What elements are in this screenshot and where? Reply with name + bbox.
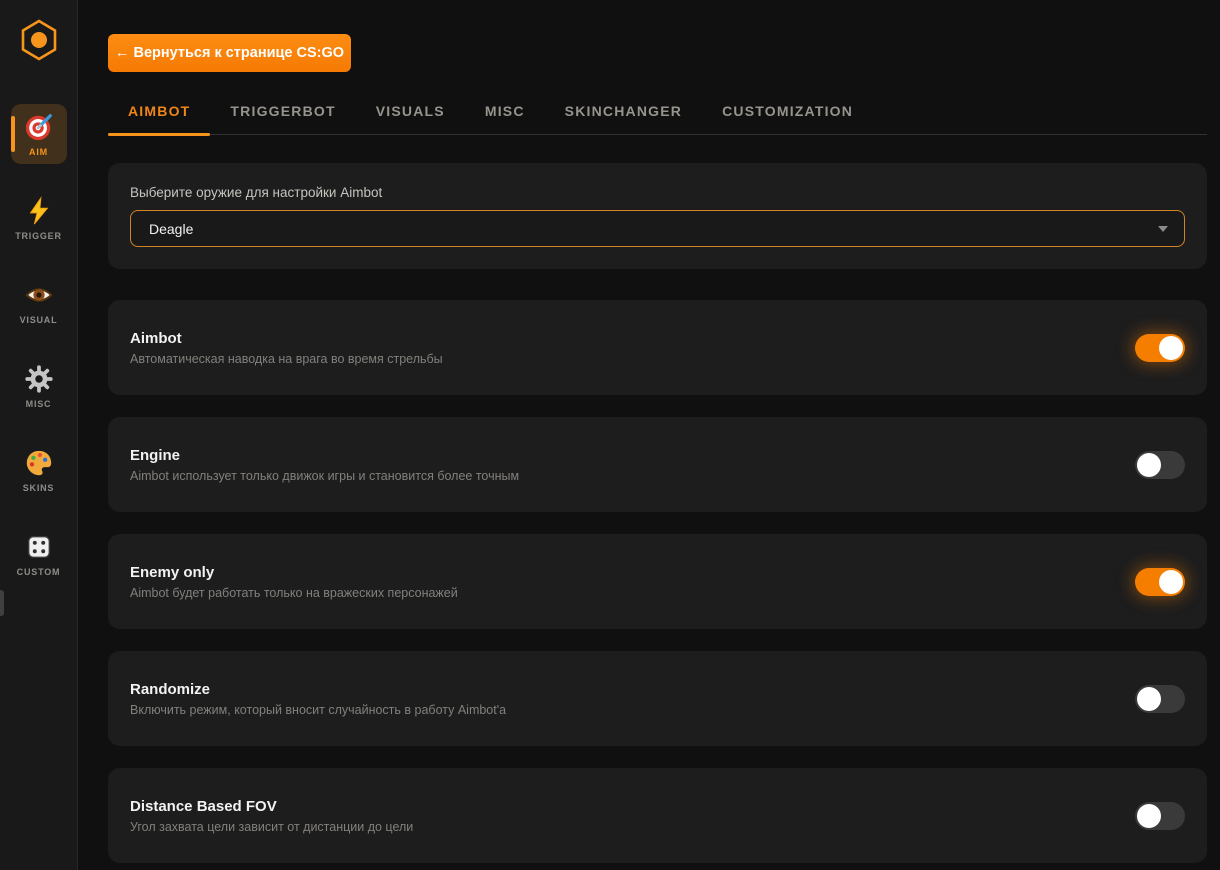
setting-text: Randomize Включить режим, который вносит… <box>130 681 506 717</box>
setting-description: Включить режим, который вносит случайнос… <box>130 703 506 717</box>
setting-text: Enemy only Aimbot будет работать только … <box>130 564 458 600</box>
sidebar-item-label: TRIGGER <box>15 231 62 241</box>
sidebar-item-misc[interactable]: MISC <box>11 356 67 416</box>
setting-title: Randomize <box>130 681 506 698</box>
setting-description: Aimbot использует только движок игры и с… <box>130 469 519 483</box>
dartboard-icon <box>24 112 54 142</box>
setting-card-enemy-only: Enemy only Aimbot будет работать только … <box>108 534 1207 629</box>
hexagon-logo-icon <box>19 18 59 62</box>
setting-description: Aimbot будет работать только на вражески… <box>130 586 458 600</box>
setting-card-randomize: Randomize Включить режим, который вносит… <box>108 651 1207 746</box>
sidebar-item-aim[interactable]: AIM <box>11 104 67 164</box>
tab-visuals[interactable]: VISUALS <box>356 103 465 134</box>
enemy-only-toggle[interactable] <box>1135 568 1185 596</box>
sidebar-item-visual[interactable]: VISUAL <box>11 272 67 332</box>
lightning-icon <box>24 196 54 226</box>
setting-text: Aimbot Автоматическая наводка на врага в… <box>130 330 443 366</box>
eye-icon <box>24 280 54 310</box>
setting-card-aimbot: Aimbot Автоматическая наводка на врага в… <box>108 300 1207 395</box>
setting-card-distance-based-fov: Distance Based FOV Угол захвата цели зав… <box>108 768 1207 863</box>
main-content: ← Вернуться к странице CS:GO AIMBOT TRIG… <box>79 0 1220 870</box>
tab-misc[interactable]: MISC <box>465 103 545 134</box>
dice-icon <box>24 532 54 562</box>
distance-based-fov-toggle[interactable] <box>1135 802 1185 830</box>
tab-aimbot[interactable]: AIMBOT <box>108 103 210 134</box>
sidebar-item-skins[interactable]: SKINS <box>11 440 67 500</box>
engine-toggle[interactable] <box>1135 451 1185 479</box>
sidebar-item-label: MISC <box>26 399 52 409</box>
toggle-knob <box>1137 453 1161 477</box>
sidebar-item-label: CUSTOM <box>17 567 61 577</box>
setting-description: Автоматическая наводка на врага во время… <box>130 352 443 366</box>
sidebar-item-custom[interactable]: CUSTOM <box>11 524 67 584</box>
app-logo[interactable] <box>17 16 61 64</box>
aimbot-toggle[interactable] <box>1135 334 1185 362</box>
back-to-csgo-button[interactable]: ← Вернуться к странице CS:GO <box>108 34 351 72</box>
sidebar-item-label: SKINS <box>23 483 55 493</box>
toggle-knob <box>1159 336 1183 360</box>
chevron-down-icon <box>1158 226 1168 232</box>
tab-bar: AIMBOT TRIGGERBOT VISUALS MISC SKINCHANG… <box>108 103 1207 135</box>
weapon-select-label: Выберите оружие для настройки Aimbot <box>130 185 1185 200</box>
sidebar-nav: AIM TRIGGER VISUAL <box>11 104 67 584</box>
toggle-knob <box>1159 570 1183 594</box>
toggle-knob <box>1137 804 1161 828</box>
weapon-select-card: Выберите оружие для настройки Aimbot Dea… <box>108 163 1207 269</box>
setting-text: Distance Based FOV Угол захвата цели зав… <box>130 798 413 834</box>
tab-skinchanger[interactable]: SKINCHANGER <box>545 103 702 134</box>
weapon-select-value: Deagle <box>149 221 193 237</box>
toggle-knob <box>1137 687 1161 711</box>
setting-title: Distance Based FOV <box>130 798 413 815</box>
sidebar-scrollbar-thumb[interactable] <box>0 590 4 616</box>
setting-card-engine: Engine Aimbot использует только движок и… <box>108 417 1207 512</box>
tab-triggerbot[interactable]: TRIGGERBOT <box>210 103 355 134</box>
weapon-select-dropdown[interactable]: Deagle <box>130 210 1185 247</box>
setting-description: Угол захвата цели зависит от дистанции д… <box>130 820 413 834</box>
palette-icon <box>24 448 54 478</box>
tab-customization[interactable]: CUSTOMIZATION <box>702 103 873 134</box>
setting-title: Enemy only <box>130 564 458 581</box>
sidebar-item-label: VISUAL <box>20 315 58 325</box>
sidebar-item-label: AIM <box>29 147 48 157</box>
setting-text: Engine Aimbot использует только движок и… <box>130 447 519 483</box>
setting-title: Engine <box>130 447 519 464</box>
gear-icon <box>24 364 54 394</box>
sidebar-item-trigger[interactable]: TRIGGER <box>11 188 67 248</box>
randomize-toggle[interactable] <box>1135 685 1185 713</box>
setting-title: Aimbot <box>130 330 443 347</box>
sidebar: AIM TRIGGER VISUAL <box>0 0 78 870</box>
